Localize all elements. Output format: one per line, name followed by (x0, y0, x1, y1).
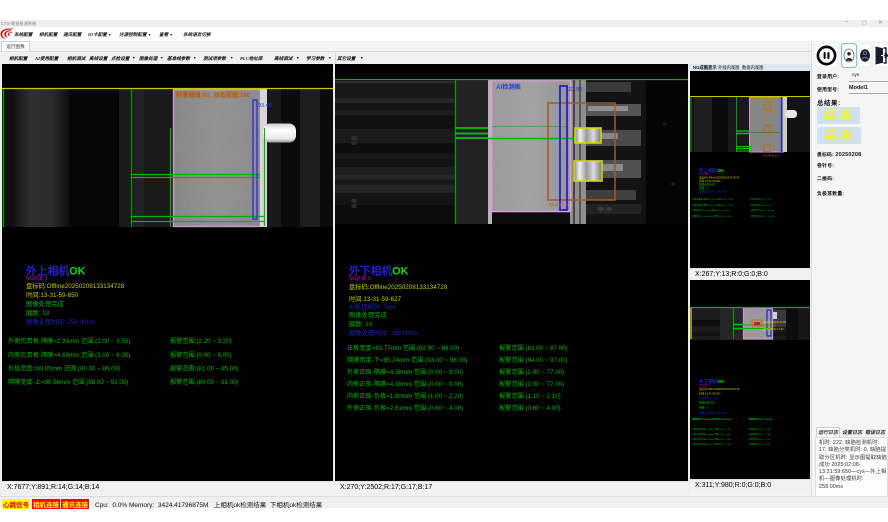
svg-text:NG比率:1: NG比率:1 (699, 172, 711, 176)
svg-text:图像处理时间: 258.00ms: 图像处理时间: 258.00ms (699, 190, 728, 194)
svg-text:时间:13-31-59-627: 时间:13-31-59-627 (349, 294, 402, 303)
svg-text:报警范围:(2.20 ~ 3.20): 报警范围:(2.20 ~ 3.20) (751, 197, 772, 201)
svg-text:前景阈值:93, 动态阈值:100: 前景阈值:93, 动态阈值:100 (752, 97, 781, 101)
svg-text:外侧负耳根-隔膜=2.91mm 范围:(2.00 ~ 3.5: 外侧负耳根-隔膜=2.91mm 范围:(2.00 ~ 3.50) (692, 197, 733, 201)
svg-text:AI检测框: AI检测框 (747, 309, 758, 313)
svg-text:极耳间距OK 17.42: 极耳间距OK 17.42 (763, 327, 784, 331)
svg-text:隔膜宽度-上=90.56mm 范围:(88.00 ~ 92.: 隔膜宽度-上=90.56mm 范围:(88.00 ~ 92.00) (692, 214, 733, 218)
svg-text:93.48: 93.48 (258, 103, 272, 109)
svg-text:盘标码:Offline20250208133134728: 盘标码:Offline20250208133134728 (349, 282, 448, 291)
svg-text:盘标码:Offline20250208133134728: 盘标码:Offline20250208133134728 (699, 176, 740, 180)
svg-text:图像处理完成: 图像处理完成 (699, 401, 715, 405)
svg-text:内侧正极-隔膜=4.38mm 范围:(0.00 ~ 9.00: 内侧正极-隔膜=4.38mm 范围:(0.00 ~ 9.00) (347, 380, 463, 388)
svg-text:23.4 17.4: 23.4 17.4 (549, 202, 568, 207)
svg-text:负极宽度=83.05mm 范围:(80.00 ~ 86.00: 负极宽度=83.05mm 范围:(80.00 ~ 86.00) (8, 365, 120, 373)
svg-text:25.88%142.7: 25.88%142.7 (765, 133, 780, 136)
svg-text:内侧正极-隔膜=4.38mm 范围:(0.00 ~ 9.00: 内侧正极-隔膜=4.38mm 范围:(0.00 ~ 9.00) (692, 432, 731, 436)
svg-text:内侧负耳根-隔膜=4.60mm 范围:(3.00 ~ 6.0: 内侧负耳根-隔膜=4.60mm 范围:(3.00 ~ 6.00) (692, 203, 733, 207)
svg-text:隔膜宽度-下=95.24mm 范围:(93.00 ~ 98.: 隔膜宽度-下=95.24mm 范围:(93.00 ~ 98.00) (692, 417, 733, 421)
svg-text:圈数: 13: 圈数: 13 (349, 319, 373, 328)
svg-text:隔膜宽度-上=90.56mm 范围:(88.00 ~ 92.: 隔膜宽度-上=90.56mm 范围:(88.00 ~ 92.00) (8, 378, 128, 386)
svg-text:正极宽度=83.77mm 范围:(82.00 ~ 88.00: 正极宽度=83.77mm 范围:(82.00 ~ 88.00) (347, 344, 459, 352)
svg-text:盘标码:Offline20250208133134728: 盘标码:Offline20250208133134728 (26, 281, 125, 290)
svg-text:图像处理时间: 183.00ms: 图像处理时间: 183.00ms (349, 328, 418, 337)
svg-text:时间:13-31-59-650: 时间:13-31-59-650 (26, 290, 79, 299)
svg-text:报警范围:(0.60 ~ 4.00): 报警范围:(0.60 ~ 4.00) (749, 442, 770, 446)
svg-text:报警范围:(2.00 ~ 77.00): 报警范围:(2.00 ~ 77.00) (749, 432, 771, 436)
svg-text:图像处理完成: 图像处理完成 (349, 310, 387, 319)
svg-text:圈数: 13: 圈数: 13 (699, 406, 709, 410)
svg-text:外侧正极-隔膜=4.38mm 范围:(0.00 ~ 9.00: 外侧正极-隔膜=4.38mm 范围:(0.00 ~ 9.00) (692, 427, 731, 431)
svg-text:报警范围:(89.00 ~ 91.00): 报警范围:(89.00 ~ 91.00) (170, 378, 239, 386)
svg-text:NG比率:0: NG比率:0 (349, 275, 371, 282)
svg-text:盘标码:Offline20250208133134728: 盘标码:Offline20250208133134728 (699, 387, 740, 391)
svg-text:报警范围:(81.00 ~ 85.00): 报警范围:(81.00 ~ 85.00) (170, 365, 239, 373)
svg-text:报警范围:(81.00 ~ 85.00): 报警范围:(81.00 ~ 85.00) (751, 208, 774, 212)
svg-text:圈数: 13: 圈数: 13 (26, 308, 50, 317)
svg-text:隔膜宽度-下=95.24mm 范围:(93.00 ~ 98.: 隔膜宽度-下=95.24mm 范围:(93.00 ~ 98.00) (347, 356, 467, 364)
svg-text:外侧正极-负极=2.61mm 范围:(0.60 ~ 4.00: 外侧正极-负极=2.61mm 范围:(0.60 ~ 4.00) (692, 442, 731, 446)
svg-text:AI处理机时: 7ms: AI处理机时: 7ms (699, 396, 719, 400)
svg-text:报警范围:(2.20 ~ 3.20): 报警范围:(2.20 ~ 3.20) (170, 337, 232, 345)
svg-text:报警范围:(0.60 ~ 4.00): 报警范围:(0.60 ~ 4.00) (499, 404, 561, 412)
svg-text:报警范围:(94.00 ~ 97.00): 报警范围:(94.00 ~ 97.00) (749, 417, 772, 421)
svg-text:内侧负耳根-隔膜=4.60mm 范围:(3.00 ~ 6.0: 内侧负耳根-隔膜=4.60mm 范围:(3.00 ~ 6.00) (8, 351, 130, 359)
svg-text:负极宽度=83.05mm 范围:(80.00 ~ 86.00: 负极宽度=83.05mm 范围:(80.00 ~ 86.00) (692, 208, 730, 212)
svg-text:报警范围:(0.00 ~ 8.00): 报警范围:(0.00 ~ 8.00) (170, 351, 232, 359)
svg-text:圈数: 13: 圈数: 13 (699, 186, 709, 190)
svg-text:AI检测框: AI检测框 (496, 83, 522, 91)
svg-text:内侧正极-负极=1.90mm 范围:(1.00 ~ 2.20: 内侧正极-负极=1.90mm 范围:(1.00 ~ 2.20) (347, 392, 463, 400)
svg-text:报警范围:(83.00 ~ 87.00): 报警范围:(83.00 ~ 87.00) (499, 344, 568, 352)
svg-text:前景阈值:93, 动态阈值:100: 前景阈值:93, 动态阈值:100 (176, 91, 251, 99)
svg-text:报警范围:(2.00 ~ 77.00): 报警范围:(2.00 ~ 77.00) (499, 368, 564, 376)
svg-text:图像处理完成: 图像处理完成 (699, 183, 715, 187)
svg-text:报警范围:(2.00 ~ 77.00): 报警范围:(2.00 ~ 77.00) (499, 380, 564, 388)
svg-text:报警范围:(94.00 ~ 97.00): 报警范围:(94.00 ~ 97.00) (499, 356, 568, 364)
svg-text:报警范围:(2.00 ~ 77.00): 报警范围:(2.00 ~ 77.00) (749, 427, 771, 431)
svg-text:报警范围:(1.10 ~ 2.10): 报警范围:(1.10 ~ 2.10) (499, 392, 561, 400)
svg-text:外侧正极-隔膜=4.38mm 范围:(0.00 ~ 9.00: 外侧正极-隔膜=4.38mm 范围:(0.00 ~ 9.00) (347, 368, 463, 376)
svg-text:内侧正极-负极=1.90mm 范围:(1.00 ~ 2.20: 内侧正极-负极=1.90mm 范围:(1.00 ~ 2.20) (692, 437, 731, 441)
svg-text:NG比率:0: NG比率:0 (699, 383, 711, 387)
svg-text:外侧负耳根-隔膜=2.91mm 范围:(2.00 ~ 3.5: 外侧负耳根-隔膜=2.91mm 范围:(2.00 ~ 3.50) (8, 337, 130, 345)
svg-text:AI处理机时: 7ms: AI处理机时: 7ms (349, 302, 396, 311)
svg-text:图像处理时间: 183.00ms: 图像处理时间: 183.00ms (699, 411, 728, 415)
svg-text:23.88: 23.88 (569, 87, 583, 93)
svg-text:NG比率:1: NG比率:1 (26, 275, 48, 282)
svg-text:时间:13-31-59-627: 时间:13-31-59-627 (699, 392, 721, 396)
svg-text:绝缘带检测OK 23.88: 绝缘带检测OK 23.88 (763, 320, 787, 324)
svg-text:报警范围:(1.10 ~ 2.10): 报警范围:(1.10 ~ 2.10) (749, 437, 770, 441)
svg-text:图像处理完成: 图像处理完成 (26, 299, 64, 308)
svg-text:图像处理时间: 258.00ms: 图像处理时间: 258.00ms (26, 317, 95, 326)
svg-text:报警范围:(89.00 ~ 91.00): 报警范围:(89.00 ~ 91.00) (751, 214, 774, 218)
svg-text:时间:13-31-59-650: 时间:13-31-59-650 (699, 179, 721, 183)
svg-text:报警范围:(0.00 ~ 8.00): 报警范围:(0.00 ~ 8.00) (751, 203, 772, 207)
svg-text:外侧正极-负极=2.61mm 范围:(0.60 ~ 4.00: 外侧正极-负极=2.61mm 范围:(0.60 ~ 4.00) (347, 404, 463, 412)
svg-text:33:1.44.3,1.9: 33:1.44.3,1.9 (764, 113, 779, 116)
svg-text:33.1.46.3a,1.8: 33.1.46.3a,1.8 (763, 155, 779, 158)
